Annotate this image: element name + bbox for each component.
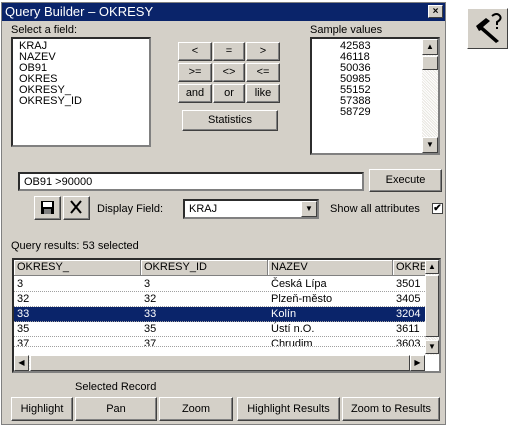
execute-button[interactable]: Execute bbox=[369, 169, 442, 192]
table-cell: 35 bbox=[144, 323, 157, 335]
highlight-results-button[interactable]: Highlight Results bbox=[237, 397, 340, 421]
table-cell: 32 bbox=[144, 293, 157, 305]
display-field-select[interactable]: KRAJ ▼ bbox=[183, 199, 319, 219]
window-title: Query Builder – OKRESY bbox=[5, 4, 154, 19]
table-cell: 3603 bbox=[396, 338, 421, 347]
zoom-to-results-button[interactable]: Zoom to Results bbox=[342, 397, 440, 421]
table-row[interactable]: 35 35 Ústí n.O. 3611 bbox=[14, 322, 425, 337]
scroll-thumb[interactable] bbox=[422, 56, 438, 70]
operator-and-button[interactable]: and bbox=[178, 84, 212, 103]
query-builder-window: Query Builder – OKRESY × Select a field:… bbox=[1, 2, 446, 425]
table-row[interactable]: 3 3 Česká Lípa 3501 bbox=[14, 277, 425, 292]
field-list[interactable]: KRAJ NAZEV OB91 OKRES OKRESY_ OKRESY_ID bbox=[11, 37, 151, 147]
table-cell: 3501 bbox=[396, 278, 421, 290]
table-cell: 37 bbox=[144, 338, 157, 347]
show-all-attributes-checkbox[interactable]: ✔ bbox=[432, 203, 443, 214]
table-cell: 3611 bbox=[396, 323, 420, 335]
select-field-label: Select a field: bbox=[11, 24, 78, 36]
display-field-label: Display Field: bbox=[97, 203, 164, 215]
title-bar[interactable]: Query Builder – OKRESY × bbox=[2, 3, 445, 21]
operator-neq-button[interactable]: <> bbox=[213, 63, 245, 82]
results-vertical-scrollbar[interactable]: ▲ ▼ bbox=[425, 260, 439, 355]
table-cell: 3204 bbox=[396, 308, 421, 320]
column-header[interactable]: OKRESY_ID bbox=[141, 260, 268, 276]
sample-values-label: Sample values bbox=[310, 24, 383, 36]
save-button[interactable] bbox=[34, 196, 61, 220]
scroll-up-icon[interactable]: ▲ bbox=[422, 39, 438, 55]
table-row[interactable]: 32 32 Plzeň-město 3405 bbox=[14, 292, 425, 307]
table-cell: Česká Lípa bbox=[271, 278, 327, 290]
scroll-left-icon[interactable]: ◀ bbox=[14, 355, 29, 371]
table-cell: 33 bbox=[144, 308, 157, 320]
table-row-selected[interactable]: 33 33 Kolín 3204 bbox=[14, 307, 425, 322]
table-cell: 3405 bbox=[396, 293, 421, 305]
operator-lte-button[interactable]: <= bbox=[246, 63, 280, 82]
table-cell: Plzeň-město bbox=[271, 293, 333, 305]
scroll-up-icon[interactable]: ▲ bbox=[425, 260, 439, 274]
column-header[interactable]: OKRESY_ bbox=[14, 260, 141, 276]
query-results-summary: Query results: 53 selected bbox=[11, 240, 139, 252]
show-all-attributes-label: Show all attributes bbox=[330, 203, 420, 215]
results-table[interactable]: OKRESY_ OKRESY_ID NAZEV OKRE 3 3 Česká L… bbox=[12, 258, 441, 373]
operator-like-button[interactable]: like bbox=[246, 84, 280, 103]
scroll-thumb[interactable] bbox=[425, 275, 439, 337]
table-cell: Ústí n.O. bbox=[271, 323, 315, 335]
query-tool-icon bbox=[476, 13, 502, 43]
column-header[interactable]: OKRE bbox=[393, 260, 427, 276]
sample-values-list[interactable]: 42583 46118 50036 50985 55152 57388 5872… bbox=[310, 37, 440, 155]
close-button[interactable]: × bbox=[428, 5, 443, 18]
save-icon bbox=[41, 201, 54, 214]
operator-or-button[interactable]: or bbox=[213, 84, 245, 103]
column-header[interactable]: NAZEV bbox=[268, 260, 393, 276]
operator-gt-button[interactable]: > bbox=[246, 42, 280, 61]
highlight-button[interactable]: Highlight bbox=[11, 397, 73, 421]
close-icon bbox=[70, 200, 82, 214]
operator-lt-button[interactable]: < bbox=[178, 42, 212, 61]
table-cell: 3 bbox=[17, 278, 24, 290]
table-cell: 33 bbox=[17, 308, 30, 320]
table-cell: 35 bbox=[17, 323, 30, 335]
scroll-down-icon[interactable]: ▼ bbox=[425, 340, 439, 354]
chevron-down-icon[interactable]: ▼ bbox=[301, 201, 317, 217]
query-tool-button[interactable] bbox=[467, 8, 508, 49]
pan-button[interactable]: Pan bbox=[75, 397, 157, 421]
results-horizontal-scrollbar[interactable]: ◀ ▶ bbox=[14, 355, 425, 371]
table-row[interactable]: 37 37 Chrudim 3603 bbox=[14, 337, 425, 347]
scroll-down-icon[interactable]: ▼ bbox=[422, 137, 438, 153]
table-cell: 3 bbox=[144, 278, 151, 290]
table-cell: 32 bbox=[17, 293, 30, 305]
display-field-value: KRAJ bbox=[189, 203, 218, 215]
operator-eq-button[interactable]: = bbox=[213, 42, 245, 61]
field-item[interactable]: OKRESY_ID bbox=[19, 96, 149, 107]
operator-gte-button[interactable]: >= bbox=[178, 63, 212, 82]
selected-record-label: Selected Record bbox=[75, 381, 157, 393]
table-cell: 37 bbox=[17, 338, 30, 347]
table-cell: Chrudim bbox=[271, 338, 313, 347]
zoom-button[interactable]: Zoom bbox=[159, 397, 233, 421]
clear-button[interactable] bbox=[63, 196, 90, 220]
query-expression-input[interactable]: OB91 >90000 bbox=[18, 172, 364, 191]
scroll-thumb[interactable] bbox=[30, 355, 410, 371]
table-cell: Kolín bbox=[271, 308, 297, 320]
statistics-button[interactable]: Statistics bbox=[182, 110, 278, 131]
scroll-right-icon[interactable]: ▶ bbox=[410, 355, 425, 371]
sample-scrollbar[interactable]: ▲ ▼ bbox=[422, 39, 438, 153]
